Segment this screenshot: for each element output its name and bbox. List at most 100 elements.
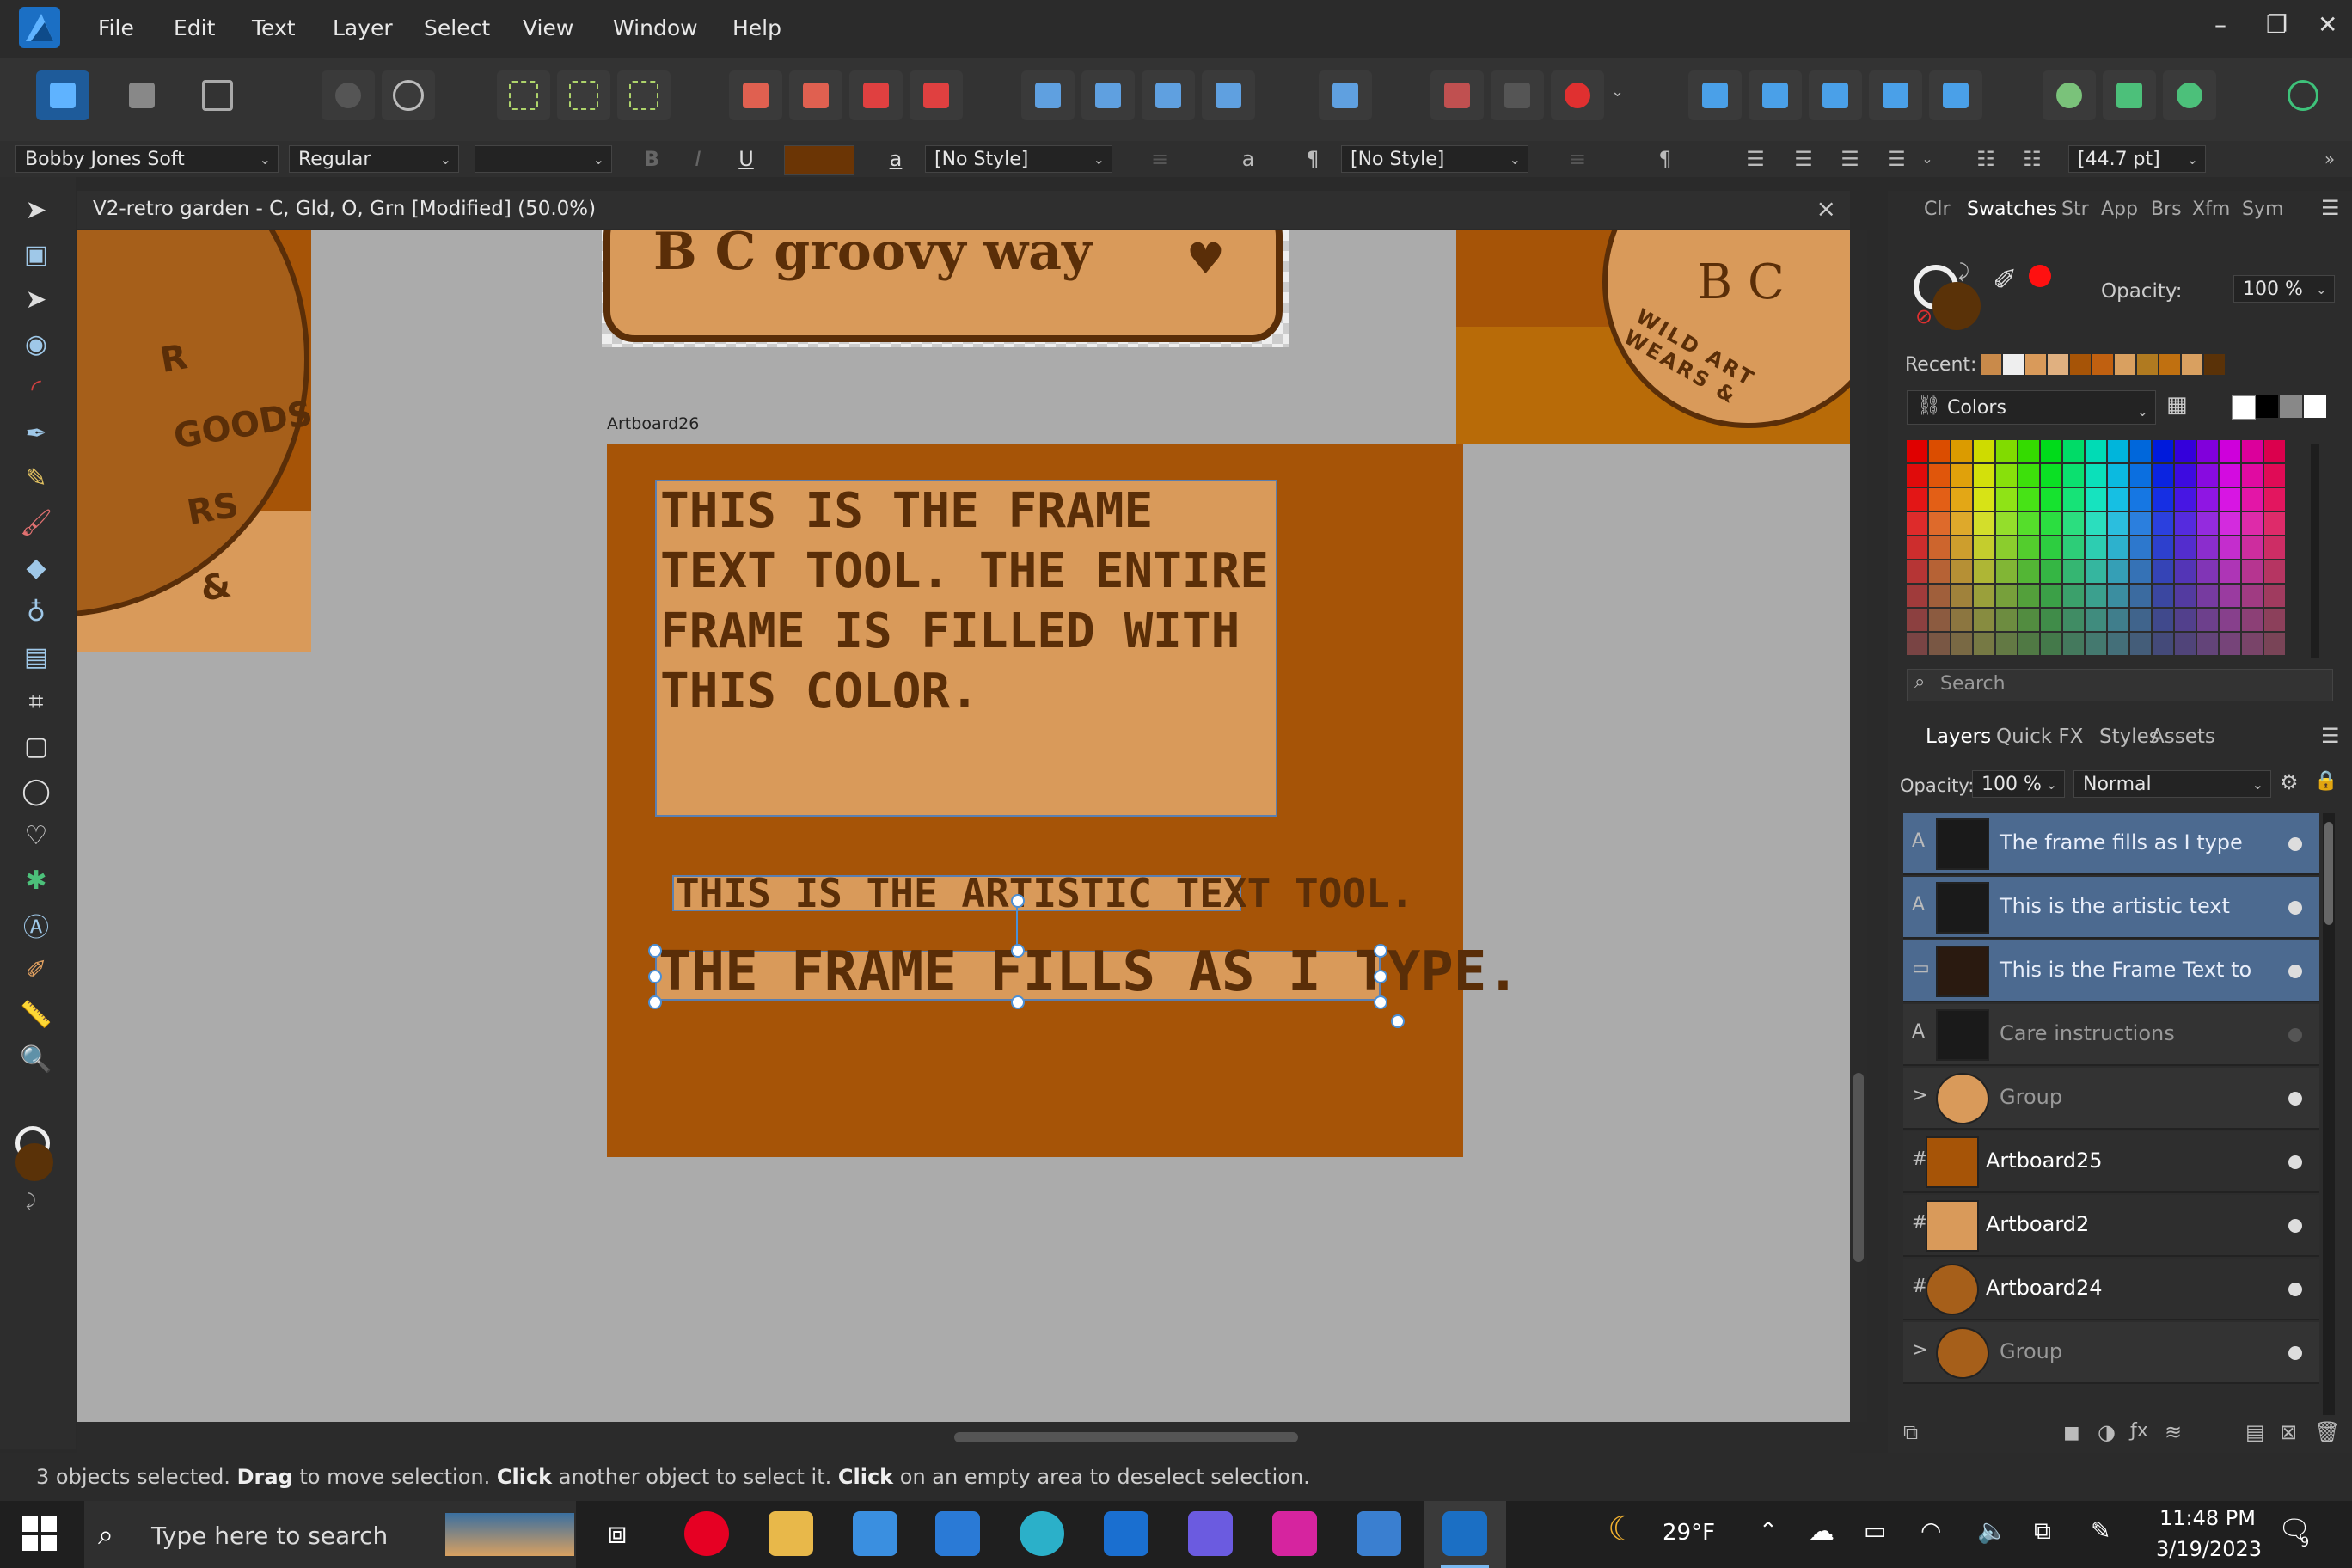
color-swatch[interactable]: [1907, 464, 1927, 487]
layer-row[interactable]: > Group: [1903, 1322, 2319, 1384]
color-swatch[interactable]: [1929, 464, 1950, 487]
color-picker-tool-icon[interactable]: ✐: [19, 952, 53, 987]
color-swatch[interactable]: [1974, 488, 1994, 511]
color-swatch[interactable]: [2018, 512, 2039, 535]
color-swatch[interactable]: [2175, 464, 2196, 487]
pinterest-icon[interactable]: [684, 1511, 729, 1556]
font-style-select[interactable]: Regular ⌄: [289, 145, 459, 173]
minimize-icon[interactable]: –: [2214, 10, 2226, 39]
microsoft-store-icon[interactable]: [853, 1511, 897, 1556]
color-swatch[interactable]: [2197, 536, 2218, 559]
visibility-dot-icon[interactable]: [2288, 1155, 2302, 1169]
no-fill-icon[interactable]: ⊘: [1915, 304, 1932, 328]
show-hidden-icons-icon[interactable]: ⌃: [1759, 1518, 1778, 1544]
layers-scroll-thumb[interactable]: [2324, 822, 2333, 925]
boolean-subtract-icon[interactable]: [1749, 70, 1802, 120]
color-swatch[interactable]: [2018, 609, 2039, 631]
layer-row[interactable]: A The frame fills as I type: [1903, 813, 2319, 875]
color-swatch[interactable]: [2153, 512, 2173, 535]
color-swatch[interactable]: [1929, 585, 1950, 607]
color-swatch[interactable]: [2175, 512, 2196, 535]
delete-layer-icon[interactable]: 🗑: [2314, 1420, 2340, 1444]
resize-handle-t[interactable]: [1011, 944, 1025, 958]
color-swatch[interactable]: [2153, 633, 2173, 655]
color-swatch[interactable]: [2264, 440, 2285, 462]
edge-icon[interactable]: [1020, 1511, 1064, 1556]
fill-text-box[interactable]: THE FRAME FILLS AS I TYPE.: [655, 940, 1520, 1004]
tab-quick-fx[interactable]: Quick FX: [1996, 726, 2083, 748]
snapping-dropdown-icon[interactable]: ⌄: [1611, 83, 1624, 101]
color-swatch[interactable]: [2197, 464, 2218, 487]
color-swatch[interactable]: [2018, 488, 2039, 511]
color-swatch[interactable]: [2041, 633, 2061, 655]
layer-row[interactable]: A This is the artistic text: [1903, 877, 2319, 939]
color-swatch[interactable]: [1951, 464, 1972, 487]
color-swatch[interactable]: [1974, 512, 1994, 535]
color-swatch[interactable]: [1974, 440, 1994, 462]
color-swatch[interactable]: [2041, 440, 2061, 462]
color-swatch[interactable]: [2242, 633, 2263, 655]
color-swatch[interactable]: [2063, 633, 2084, 655]
color-swatch[interactable]: [2041, 536, 2061, 559]
swatch-search-input[interactable]: ⌕ Search: [1907, 669, 2333, 701]
visibility-dot-icon[interactable]: [2288, 1092, 2302, 1106]
visibility-dot-icon[interactable]: [2288, 901, 2302, 915]
mail-icon[interactable]: [935, 1511, 980, 1556]
color-swatch[interactable]: [2041, 512, 2061, 535]
snapping-icon[interactable]: [322, 70, 375, 120]
note-app-icon[interactable]: [1104, 1511, 1148, 1556]
color-swatch[interactable]: [2242, 609, 2263, 631]
resize-handle-r[interactable]: [1374, 970, 1387, 983]
color-swatch[interactable]: [2018, 536, 2039, 559]
color-swatch[interactable]: [2018, 560, 2039, 583]
photos-icon[interactable]: [1357, 1511, 1401, 1556]
new-layer-icon[interactable]: ▤: [2245, 1420, 2265, 1444]
insert-front-icon[interactable]: [2163, 70, 2216, 120]
color-swatch[interactable]: [2063, 609, 2084, 631]
blend-settings-gear-icon[interactable]: ⚙: [2280, 770, 2299, 794]
primary-color-icon[interactable]: [15, 1143, 53, 1181]
color-swatch[interactable]: [2242, 585, 2263, 607]
color-swatch[interactable]: [2018, 464, 2039, 487]
color-swatch[interactable]: [1996, 440, 2017, 462]
text-fill-color-swatch[interactable]: [784, 145, 854, 175]
layers-menu-icon[interactable]: ☰: [2321, 724, 2340, 748]
color-swatch[interactable]: [2063, 440, 2084, 462]
settings-gear-icon[interactable]: [382, 70, 435, 120]
duplicate-layer-icon[interactable]: ⊠: [2280, 1420, 2297, 1444]
paragraph-style-icon[interactable]: a: [1231, 145, 1265, 173]
color-swatch[interactable]: [2108, 585, 2128, 607]
crop-tool-icon[interactable]: ⌗: [19, 684, 53, 719]
color-swatch[interactable]: [2108, 560, 2128, 583]
tab-appearance[interactable]: App: [2101, 199, 2138, 220]
color-swatch[interactable]: [2197, 488, 2218, 511]
bullet-list-icon[interactable]: ☷: [1970, 145, 2001, 173]
boolean-intersect-icon[interactable]: [1809, 70, 1862, 120]
color-swatch[interactable]: [2153, 536, 2173, 559]
color-swatch-grid[interactable]: [1907, 440, 2292, 660]
color-swatch[interactable]: [2063, 488, 2084, 511]
color-swatch[interactable]: [1907, 585, 1927, 607]
color-swatch[interactable]: [2086, 488, 2106, 511]
color-swatch[interactable]: [2153, 488, 2173, 511]
windows-start-icon[interactable]: [22, 1516, 57, 1551]
color-swatch[interactable]: [2264, 464, 2285, 487]
live-filter-icon[interactable]: ≋: [2165, 1420, 2182, 1444]
mask-icon[interactable]: ◼: [2063, 1420, 2080, 1444]
tab-layers[interactable]: Layers: [1926, 726, 1991, 748]
zoom-tool-icon[interactable]: 🔍: [19, 1042, 53, 1076]
color-swatch[interactable]: [2242, 536, 2263, 559]
color-swatch[interactable]: [1974, 464, 1994, 487]
clock-time[interactable]: 11:48 PM: [2159, 1506, 2256, 1530]
color-swatch[interactable]: [1907, 633, 1927, 655]
tab-symbols[interactable]: Sym: [2242, 199, 2283, 220]
color-swatch[interactable]: [2041, 609, 2061, 631]
corner-tool-icon[interactable]: ◜: [19, 371, 53, 406]
color-swatch[interactable]: [2264, 585, 2285, 607]
numbered-list-icon[interactable]: ☷: [2017, 145, 2048, 173]
boolean-xor-icon[interactable]: [1869, 70, 1922, 120]
color-swatch[interactable]: [2264, 536, 2285, 559]
color-swatch[interactable]: [2220, 512, 2240, 535]
color-swatch[interactable]: [2108, 464, 2128, 487]
color-swatch[interactable]: [1996, 488, 2017, 511]
